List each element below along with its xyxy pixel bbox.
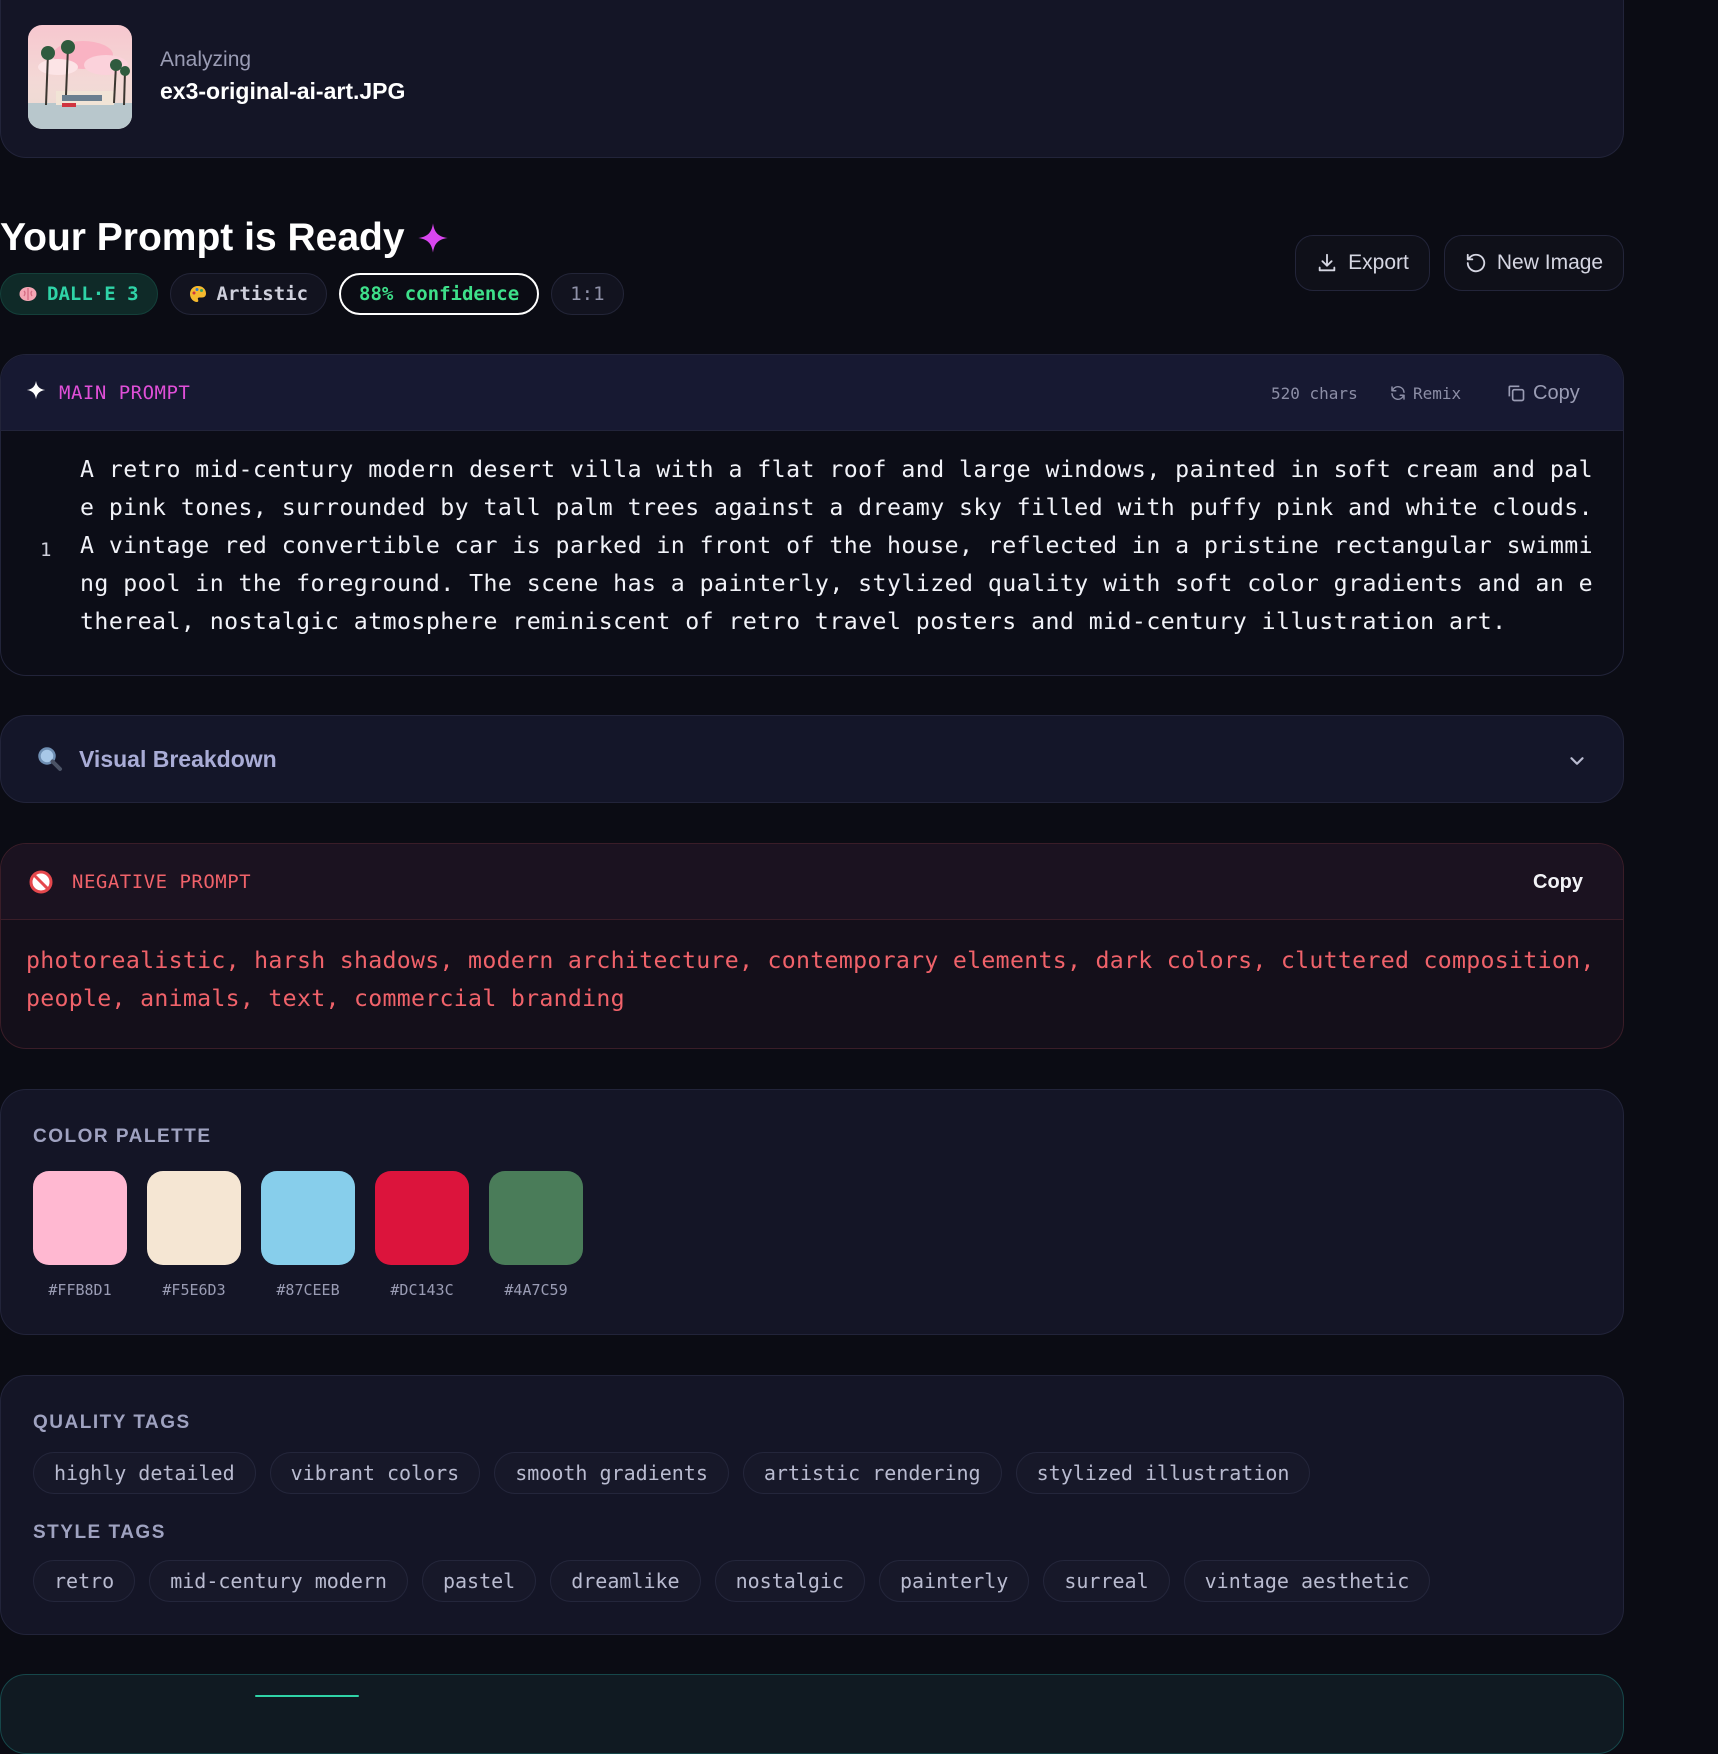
tags-card: QUALITY TAGS highly detailed vibrant col…	[0, 1375, 1624, 1635]
refresh-icon	[1391, 385, 1405, 401]
style-tags-list: retro mid-century modern pastel dreamlik…	[33, 1560, 1431, 1602]
swatch-hex: #4A7C59	[504, 1281, 568, 1299]
file-name: ex3-original-ai-art.JPG	[160, 78, 406, 104]
remix-button[interactable]: Remix	[1389, 355, 1461, 431]
style-tag[interactable]: mid-century modern	[149, 1560, 408, 1602]
prompt-badges: DALL·E 3 Artistic 88% confidence 1:1	[0, 273, 624, 315]
swatch-hex: #87CEEB	[276, 1281, 340, 1299]
style-tag[interactable]: dreamlike	[550, 1560, 701, 1602]
character-count: 520 chars	[1271, 383, 1358, 403]
line-number: 1	[40, 539, 52, 561]
color-swatch[interactable]: #4A7C59	[489, 1171, 583, 1299]
main-prompt-label: MAIN PROMPT	[59, 382, 191, 404]
export-button-label: Export	[1348, 251, 1409, 274]
visual-breakdown-label: Visual Breakdown	[79, 746, 277, 772]
color-swatch[interactable]: #87CEEB	[261, 1171, 355, 1299]
chevron-down-icon	[1570, 757, 1584, 765]
page-title-text: Your Prompt is Ready	[0, 216, 405, 259]
swatch-chip	[375, 1171, 469, 1265]
copy-button-label: Copy	[1533, 381, 1580, 404]
confidence-badge: 88% confidence	[339, 273, 540, 315]
swatch-hex: #FFB8D1	[48, 1281, 112, 1299]
visual-breakdown-toggle[interactable]: Visual Breakdown	[0, 715, 1624, 803]
swatch-chip	[33, 1171, 127, 1265]
new-image-button[interactable]: New Image	[1444, 235, 1624, 291]
color-palette-heading: COLOR PALETTE	[33, 1126, 212, 1147]
main-prompt-card: MAIN PROMPT 520 chars Remix Copy A retro…	[0, 354, 1624, 676]
swatch-hex: #DC143C	[390, 1281, 454, 1299]
palette-icon	[189, 286, 206, 302]
model-badge-label: DALL·E 3	[47, 283, 139, 305]
quality-tags-heading: QUALITY TAGS	[33, 1412, 191, 1433]
style-badge-label: Artistic	[216, 283, 309, 305]
next-section-card	[0, 1674, 1624, 1754]
style-tag[interactable]: painterly	[878, 1560, 1030, 1602]
copy-negative-prompt-button[interactable]: Copy	[1533, 844, 1583, 920]
export-button[interactable]: Export	[1295, 235, 1430, 291]
color-swatch[interactable]: #F5E6D3	[147, 1171, 241, 1299]
analyzing-label: Analyzing	[160, 48, 252, 71]
copy-main-prompt-button[interactable]: Copy	[1506, 355, 1580, 431]
quality-tag[interactable]: artistic rendering	[742, 1452, 1002, 1494]
new-image-button-label: New Image	[1496, 251, 1604, 274]
rotate-ccw-icon	[1466, 253, 1486, 273]
color-swatches: #FFB8D1 #F5E6D3 #87CEEB #DC143C #4A7C59	[33, 1171, 583, 1299]
quality-tags-list: highly detailed vibrant colors smooth gr…	[33, 1452, 1311, 1494]
quality-tag[interactable]: highly detailed	[33, 1452, 256, 1494]
quality-tag[interactable]: smooth gradients	[494, 1452, 729, 1494]
style-tag[interactable]: vintage aesthetic	[1183, 1560, 1431, 1602]
sparkle-icon	[417, 223, 448, 253]
brain-icon	[19, 287, 37, 301]
quality-tag[interactable]: vibrant colors	[269, 1452, 481, 1494]
main-prompt-header: MAIN PROMPT 520 chars Remix Copy	[1, 355, 1623, 431]
aspect-ratio-badge: 1:1	[551, 273, 624, 315]
negative-prompt-text[interactable]: photorealistic, harsh shadows, modern ar…	[26, 942, 1616, 1018]
quality-tag[interactable]: stylized illustration	[1015, 1452, 1311, 1494]
style-tags-heading: STYLE TAGS	[33, 1522, 166, 1543]
negative-prompt-label: NEGATIVE PROMPT	[72, 871, 252, 893]
download-icon	[1318, 253, 1336, 272]
color-swatch[interactable]: #FFB8D1	[33, 1171, 127, 1299]
style-tag[interactable]: pastel	[421, 1560, 537, 1602]
style-badge: Artistic	[169, 273, 328, 315]
swatch-chip	[261, 1171, 355, 1265]
color-swatch[interactable]: #DC143C	[375, 1171, 469, 1299]
page-title: Your Prompt is Ready	[0, 216, 449, 260]
swatch-chip	[147, 1171, 241, 1265]
magnifier-icon	[38, 747, 62, 771]
model-badge: DALL·E 3	[0, 273, 158, 315]
sparkle-icon	[26, 380, 46, 400]
main-prompt-text[interactable]: A retro mid-century modern desert villa …	[80, 451, 1597, 641]
analyzing-header: Analyzing ex3-original-ai-art.JPG	[0, 0, 1624, 158]
swatch-hex: #F5E6D3	[162, 1281, 226, 1299]
style-tag[interactable]: surreal	[1043, 1560, 1170, 1602]
style-tag[interactable]: retro	[33, 1560, 136, 1602]
image-thumbnail	[28, 25, 132, 129]
accent-bar	[255, 1695, 359, 1697]
negative-prompt-header: NEGATIVE PROMPT Copy	[1, 844, 1623, 920]
prohibited-icon	[29, 870, 53, 894]
color-palette-card: COLOR PALETTE #FFB8D1 #F5E6D3 #87CEEB #D…	[0, 1089, 1624, 1335]
copy-icon	[1508, 385, 1525, 402]
style-tag[interactable]: nostalgic	[714, 1560, 865, 1602]
remix-button-label: Remix	[1413, 383, 1462, 403]
swatch-chip	[489, 1171, 583, 1265]
